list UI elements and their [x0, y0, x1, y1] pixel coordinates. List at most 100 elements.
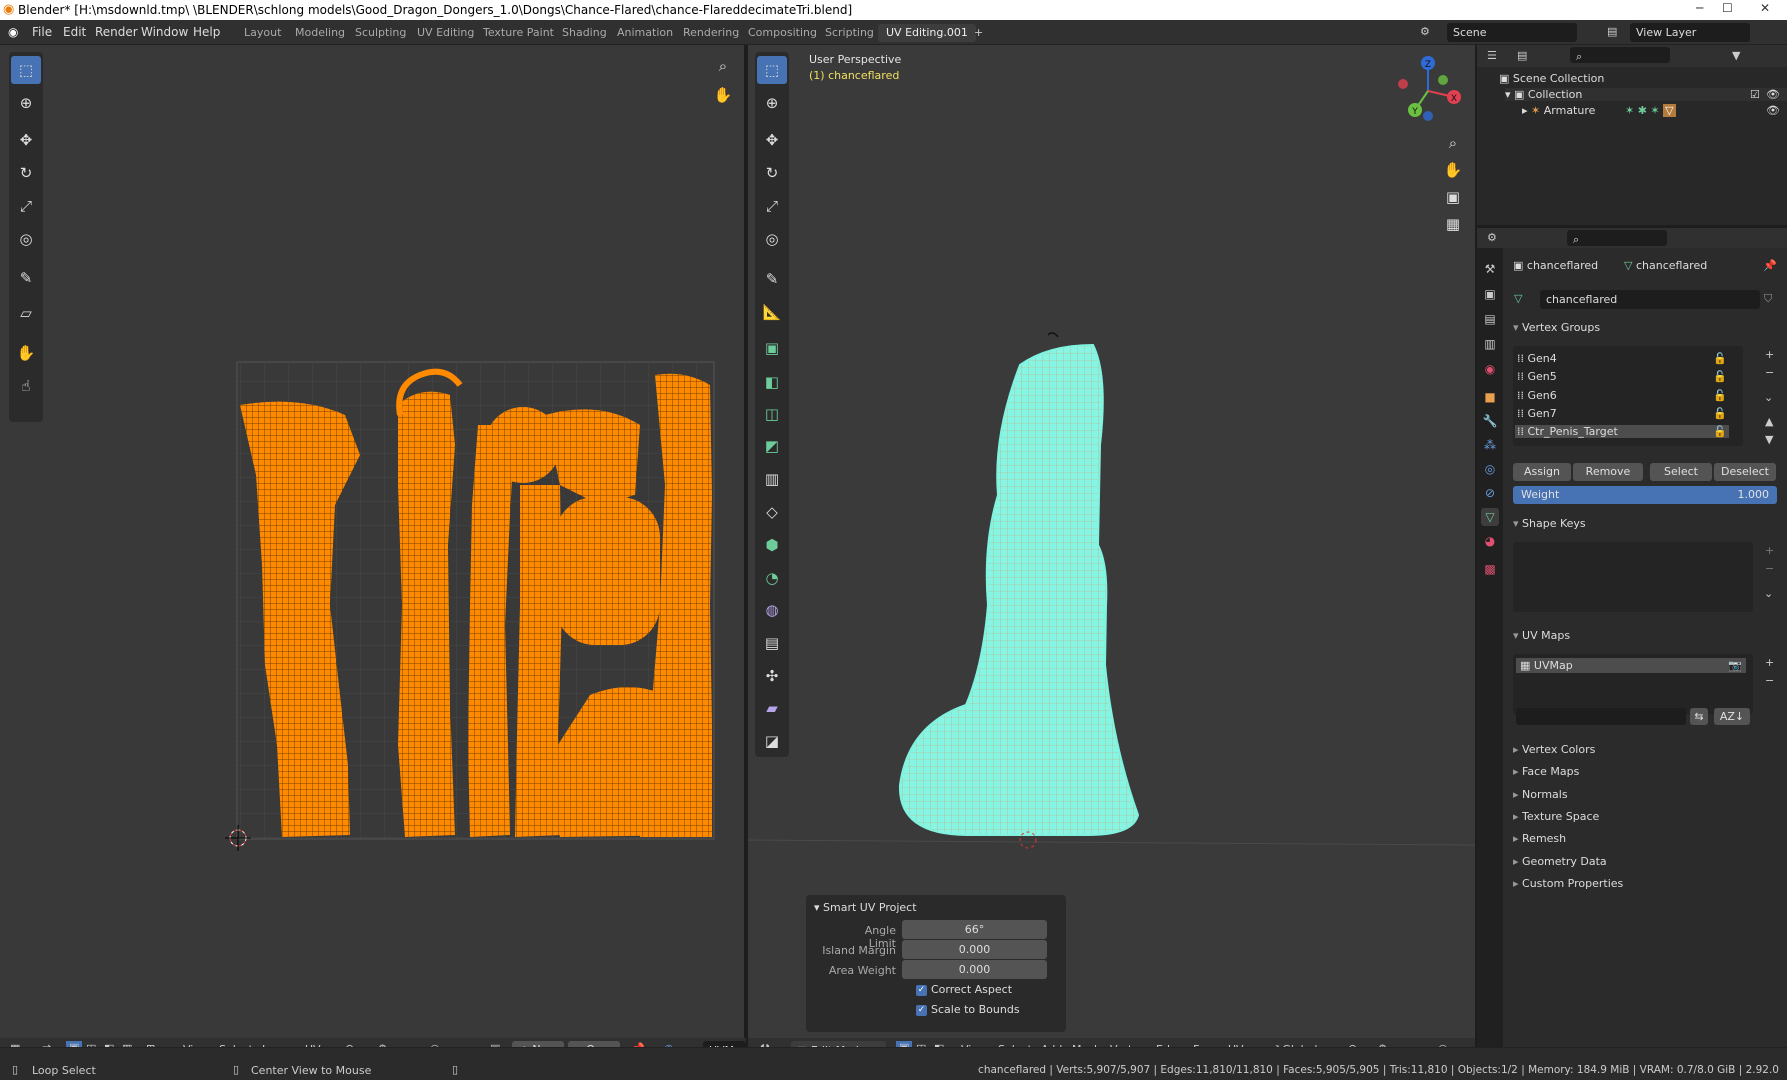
- uv-maps-panel-header[interactable]: UV Maps: [1513, 629, 1570, 642]
- view-layer-field[interactable]: View Layer: [1630, 23, 1750, 42]
- menu-help[interactable]: Help: [193, 25, 220, 39]
- display-mode-icon[interactable]: ▤: [1517, 49, 1527, 62]
- deselect-button[interactable]: Deselect: [1714, 463, 1776, 481]
- tool-tab-icon[interactable]: ⚒: [1481, 260, 1499, 278]
- tab-uv-editing[interactable]: UV Editing: [409, 24, 482, 42]
- maximize-button[interactable]: ☐: [1722, 1, 1733, 15]
- tab-modeling[interactable]: Modeling: [287, 24, 353, 42]
- tab-layout[interactable]: Layout: [236, 24, 289, 42]
- uv-map-item[interactable]: ▦ UVMap 📷: [1516, 658, 1746, 673]
- geometry-data-panel-header[interactable]: Geometry Data: [1513, 855, 1607, 868]
- close-window-button[interactable]: ✕: [1760, 1, 1770, 15]
- vertex-group-item-active[interactable]: ⁞⁞ Ctr_Penis_Target 🔓: [1515, 425, 1729, 438]
- vertex-group-item[interactable]: ⁞⁞ Gen4 🔓: [1517, 352, 1727, 365]
- tab-animation[interactable]: Animation: [609, 24, 681, 42]
- weight-slider[interactable]: Weight 1.000: [1513, 486, 1777, 504]
- tab-sculpting[interactable]: Sculpting: [347, 24, 414, 42]
- render-tab-icon[interactable]: ▣: [1481, 285, 1499, 303]
- remove-vertex-group-button[interactable]: −: [1765, 366, 1774, 379]
- output-tab-icon[interactable]: ▤: [1481, 310, 1499, 328]
- shape-key-specials-icon[interactable]: ⌄: [1764, 587, 1773, 600]
- vertex-group-specials-icon[interactable]: ⌄: [1764, 391, 1773, 404]
- assign-button[interactable]: Assign: [1513, 463, 1571, 481]
- collection-checkbox[interactable]: ☑: [1750, 88, 1760, 101]
- properties-search-input[interactable]: ⌕: [1567, 230, 1667, 246]
- uv-editor[interactable]: ⬚ ⊕ ✥ ↻ ⤢ ◎ ✎ ▱ ✋ ☝ ⌕ ✋: [0, 45, 746, 1047]
- object-tab-icon[interactable]: ■: [1481, 388, 1499, 406]
- mesh-data-tab-icon[interactable]: ▽: [1481, 508, 1499, 526]
- move-down-icon[interactable]: ▼: [1765, 433, 1773, 446]
- uv-maps-list[interactable]: ▦ UVMap 📷: [1513, 654, 1753, 714]
- visibility-eye-icon[interactable]: 👁: [1766, 104, 1780, 117]
- minimize-button[interactable]: ─: [1696, 1, 1703, 15]
- editor-type-icon[interactable]: ⚙: [1487, 231, 1497, 244]
- select-button[interactable]: Select: [1650, 463, 1712, 481]
- menu-edit[interactable]: Edit: [63, 25, 86, 39]
- correct-aspect-checkbox[interactable]: ✓ Correct Aspect: [916, 983, 1012, 996]
- face-maps-panel-header[interactable]: Face Maps: [1513, 765, 1579, 778]
- tab-scripting[interactable]: Scripting: [817, 24, 882, 42]
- outliner-scene-collection[interactable]: ▣ Scene Collection: [1499, 72, 1604, 85]
- remove-shape-key-button[interactable]: −: [1765, 562, 1774, 575]
- add-shape-key-button[interactable]: +: [1765, 544, 1774, 557]
- uv-map-filter-input[interactable]: [1516, 708, 1686, 725]
- add-vertex-group-button[interactable]: +: [1765, 348, 1774, 361]
- normals-panel-header[interactable]: Normals: [1513, 788, 1568, 801]
- physics-tab-icon[interactable]: ◎: [1481, 460, 1499, 478]
- blender-menu-icon[interactable]: ◉: [8, 25, 18, 39]
- mesh-view: [748, 332, 1475, 849]
- shape-keys-list[interactable]: [1513, 542, 1753, 612]
- outliner-collection[interactable]: ▾ ▣ Collection: [1505, 88, 1787, 101]
- menu-file[interactable]: File: [32, 25, 52, 39]
- vertex-group-item[interactable]: ⁞⁞ Gen7 🔓: [1517, 407, 1727, 420]
- constraints-tab-icon[interactable]: ⊘: [1481, 484, 1499, 502]
- tab-texture-paint[interactable]: Texture Paint: [475, 24, 562, 42]
- filter-icon[interactable]: ▼: [1732, 49, 1740, 62]
- tab-rendering[interactable]: Rendering: [675, 24, 747, 42]
- custom-properties-panel-header[interactable]: Custom Properties: [1513, 877, 1623, 890]
- fake-user-icon[interactable]: ⛉: [1764, 292, 1772, 306]
- scene-field[interactable]: Scene: [1447, 23, 1577, 42]
- mesh-name-field[interactable]: chanceflared: [1540, 290, 1760, 309]
- outliner-search-input[interactable]: ⌕: [1570, 47, 1670, 63]
- pin-icon[interactable]: 📌: [1763, 259, 1777, 272]
- view-layer-tab-icon[interactable]: ▥: [1481, 335, 1499, 353]
- editor-type-icon[interactable]: ☰: [1487, 49, 1497, 62]
- vertex-group-item[interactable]: ⁞⁞ Gen5 🔓: [1517, 370, 1727, 383]
- tab-uv-editing-001[interactable]: UV Editing.001: [878, 24, 976, 42]
- shape-keys-panel-header[interactable]: Shape Keys: [1513, 517, 1586, 530]
- world-tab-icon[interactable]: ◉: [1481, 360, 1499, 378]
- outliner-armature[interactable]: ▸ ✶ Armature: [1522, 104, 1595, 117]
- vertex-group-item[interactable]: ⁞⁞ Gen6 🔓: [1517, 389, 1727, 402]
- vertex-colors-panel-header[interactable]: Vertex Colors: [1513, 743, 1595, 756]
- outliner: ☰ ▤ ⌕ ▼ ▣ Scene Collection ▾ ▣ Collectio…: [1477, 45, 1787, 225]
- menu-render[interactable]: Render: [95, 25, 138, 39]
- particles-tab-icon[interactable]: ⁂: [1481, 436, 1499, 454]
- texture-space-panel-header[interactable]: Texture Space: [1513, 810, 1599, 823]
- remesh-panel-header[interactable]: Remesh: [1513, 832, 1566, 845]
- add-workspace-button[interactable]: +: [966, 24, 991, 42]
- tab-compositing[interactable]: Compositing: [740, 24, 825, 42]
- island-margin-field[interactable]: 0.000: [902, 940, 1047, 959]
- menu-window[interactable]: Window: [141, 25, 188, 39]
- scale-to-bounds-checkbox[interactable]: ✓ Scale to Bounds: [916, 1003, 1020, 1016]
- scene-icon: ⚙: [1420, 25, 1430, 38]
- remove-button[interactable]: Remove: [1573, 463, 1643, 481]
- redo-panel-title[interactable]: ▾ Smart UV Project: [814, 901, 917, 914]
- move-up-icon[interactable]: ▲: [1765, 415, 1773, 428]
- vertex-groups-panel-header[interactable]: Vertex Groups: [1513, 321, 1600, 334]
- material-tab-icon[interactable]: ◕: [1481, 532, 1499, 550]
- sort-invert-icon[interactable]: ⇆: [1690, 708, 1708, 725]
- 3d-viewport[interactable]: ⬚ ⊕ ✥ ↻ ⤢ ◎ ✎ 📐 ▣ ◧ ◫ ◩ ▥ ◇ ⬢ ◔ ◍ ▤ ✣ ▰ …: [748, 45, 1475, 1047]
- angle-limit-field[interactable]: 66°: [902, 920, 1047, 939]
- add-uv-map-button[interactable]: +: [1765, 656, 1774, 669]
- modifier-tab-icon[interactable]: 🔧: [1481, 412, 1499, 430]
- texture-tab-icon[interactable]: ▩: [1481, 560, 1499, 578]
- tab-shading[interactable]: Shading: [554, 24, 615, 42]
- visibility-eye-icon[interactable]: 👁: [1766, 88, 1780, 101]
- sort-alpha-icon[interactable]: AZ↓: [1714, 708, 1750, 725]
- window-title: Blender* [H:\msdownld.tmp\ \BLENDER\schl…: [18, 3, 853, 17]
- remove-uv-map-button[interactable]: −: [1765, 674, 1774, 687]
- vertex-groups-list[interactable]: ⁞⁞ Gen4 🔓 ⁞⁞ Gen5 🔓 ⁞⁞ Gen6 🔓 ⁞⁞ Gen7 🔓 ⁞⁞ C…: [1513, 346, 1743, 446]
- area-weight-field[interactable]: 0.000: [902, 960, 1047, 979]
